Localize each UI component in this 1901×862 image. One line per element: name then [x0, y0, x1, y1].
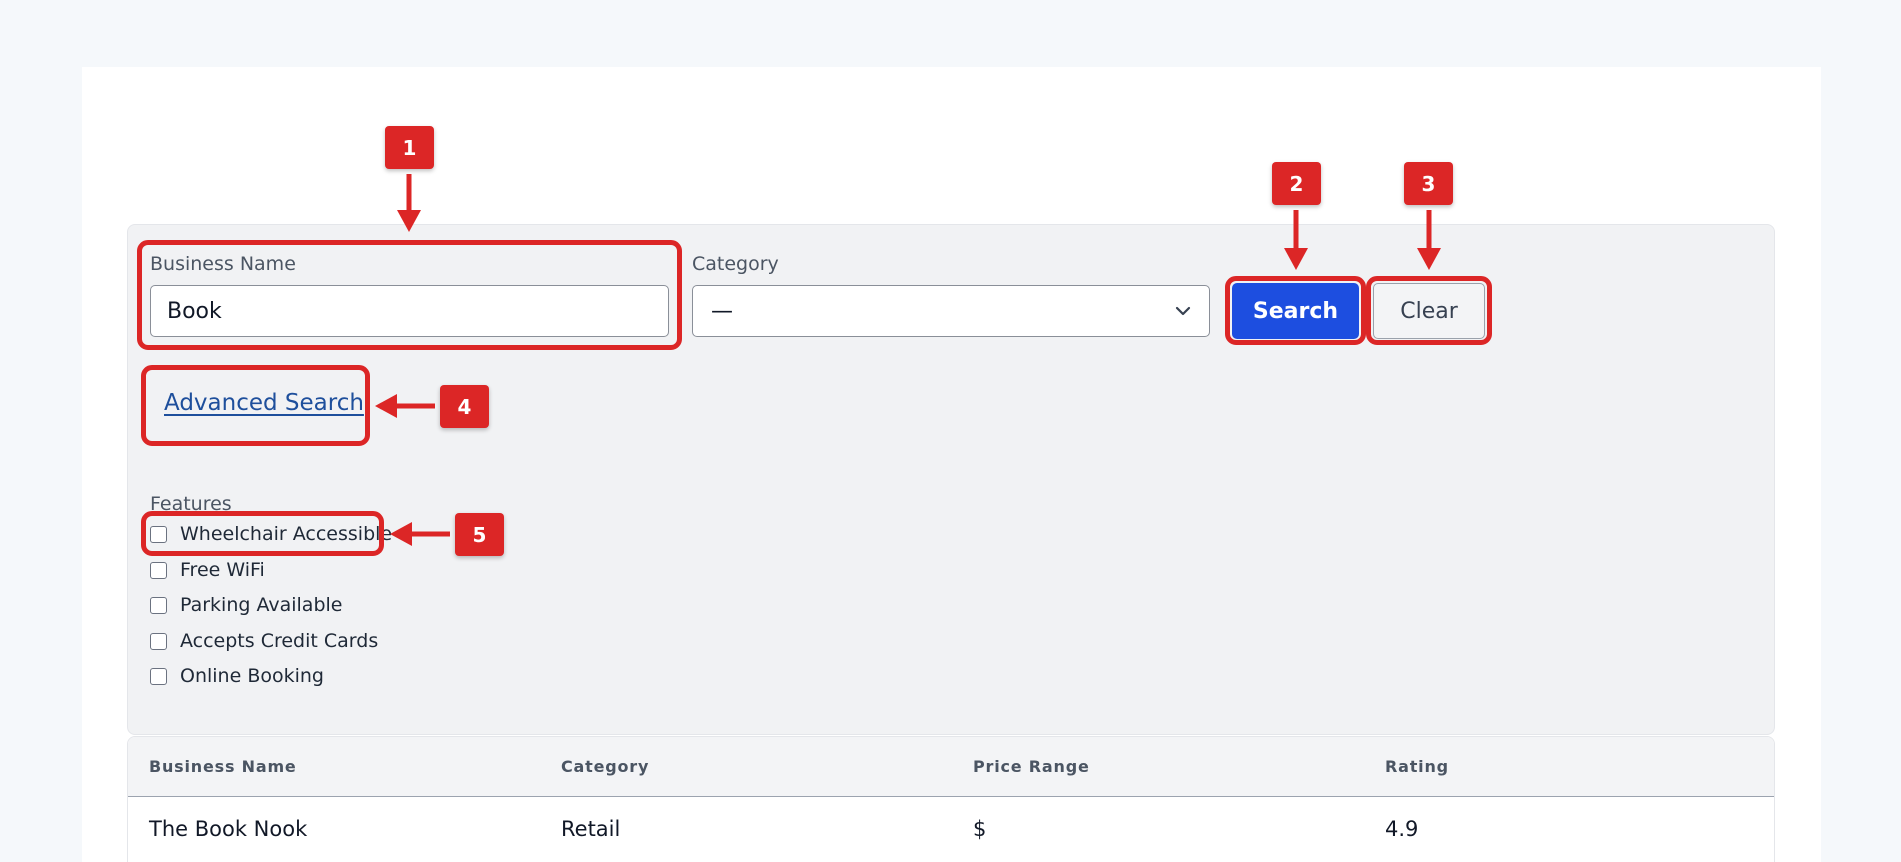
annotation-badge-4: 4	[440, 385, 489, 428]
feature-option-wheelchair[interactable]: Wheelchair Accessible	[150, 523, 392, 545]
chevron-down-icon	[1175, 306, 1191, 316]
checkbox-label: Wheelchair Accessible	[180, 523, 393, 545]
column-header-price-range[interactable]: Price Range	[973, 757, 1090, 776]
feature-option-credit-cards[interactable]: Accepts Credit Cards	[150, 630, 378, 652]
features-label: Features	[150, 493, 232, 515]
checkbox[interactable]	[150, 632, 167, 650]
checkbox[interactable]	[150, 561, 167, 579]
feature-option-wifi[interactable]: Free WiFi	[150, 559, 265, 581]
search-button[interactable]: Search	[1232, 283, 1359, 339]
category-select[interactable]: —	[692, 285, 1210, 337]
column-header-category[interactable]: Category	[561, 757, 649, 776]
annotation-badge-5: 5	[455, 513, 504, 556]
feature-option-parking[interactable]: Parking Available	[150, 594, 342, 616]
checkbox-label: Free WiFi	[180, 559, 265, 581]
category-selected-value: —	[711, 298, 733, 324]
table-row[interactable]: The Book Nook Retail $ 4.9	[128, 797, 1774, 862]
clear-button[interactable]: Clear	[1373, 283, 1485, 339]
cell-rating: 4.9	[1385, 817, 1419, 841]
annotation-badge-1: 1	[385, 126, 434, 169]
feature-option-online-booking[interactable]: Online Booking	[150, 665, 324, 687]
cell-price-range: $	[973, 817, 987, 841]
checkbox-label: Parking Available	[180, 594, 343, 616]
advanced-search-link[interactable]: Advanced Search	[164, 390, 364, 416]
business-name-label: Business Name	[150, 253, 296, 275]
annotation-badge-3: 3	[1404, 162, 1453, 205]
cell-business-name: The Book Nook	[149, 817, 308, 841]
annotation-badge-2: 2	[1272, 162, 1321, 205]
checkbox[interactable]	[150, 525, 167, 543]
column-header-rating[interactable]: Rating	[1385, 757, 1449, 776]
business-name-input[interactable]	[150, 285, 669, 337]
checkbox-label: Online Booking	[180, 665, 324, 687]
checkbox-label: Accepts Credit Cards	[180, 630, 379, 652]
column-header-business-name[interactable]: Business Name	[149, 757, 297, 776]
table-header: Business Name Category Price Range Ratin…	[128, 737, 1774, 797]
cell-category: Retail	[561, 817, 621, 841]
category-label: Category	[692, 253, 779, 275]
results-table: Business Name Category Price Range Ratin…	[127, 736, 1775, 862]
checkbox[interactable]	[150, 596, 167, 614]
checkbox[interactable]	[150, 667, 167, 685]
